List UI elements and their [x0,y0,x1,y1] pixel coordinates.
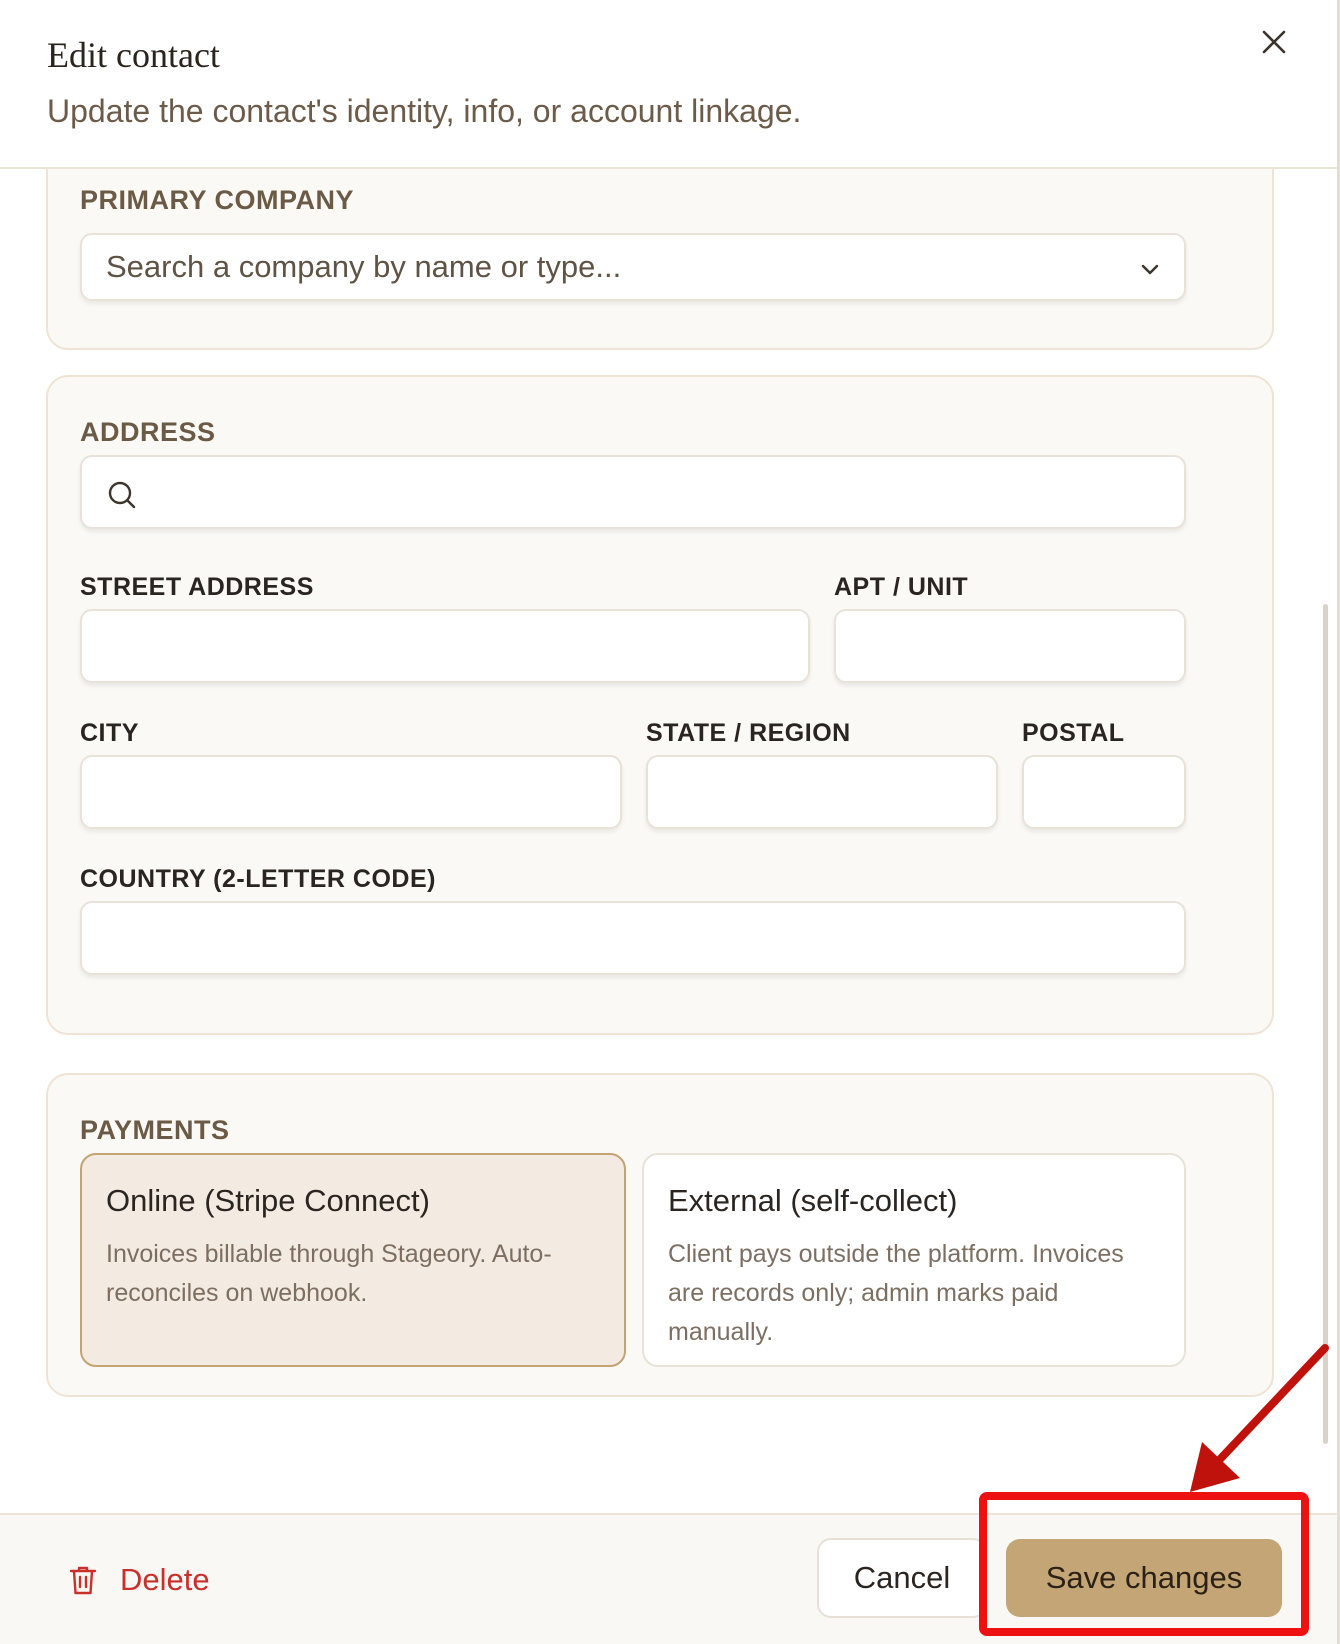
postal-label: POSTAL [1022,719,1125,747]
city-label: CITY [80,719,139,747]
close-button[interactable] [1256,24,1292,60]
country-label: COUNTRY (2-LETTER CODE) [80,865,436,893]
dialog-header: Edit contact Update the contact's identi… [0,0,1337,169]
street-address-label: STREET ADDRESS [80,573,314,601]
search-icon [108,481,136,509]
dialog-footer: Delete Cancel Save changes [0,1513,1337,1644]
state-region-input[interactable] [646,755,998,829]
chevron-down-icon [1141,264,1159,275]
country-input[interactable] [80,901,1186,975]
dialog-body[interactable]: PRIMARY COMPANY Search a company by name… [0,169,1337,1513]
dialog-subtitle: Update the contact's identity, info, or … [47,93,802,129]
delete-button[interactable]: Delete [68,1555,210,1605]
address-label: ADDRESS [80,417,216,447]
state-region-label: STATE / REGION [646,719,851,747]
postal-input[interactable] [1022,755,1186,829]
primary-company-card: PRIMARY COMPANY Search a company by name… [46,169,1274,350]
save-changes-button[interactable]: Save changes [1006,1539,1282,1617]
payment-option-online[interactable]: Online (Stripe Connect) Invoices billabl… [80,1153,626,1367]
primary-company-label: PRIMARY COMPANY [80,185,355,215]
apt-unit-label: APT / UNIT [834,573,969,601]
payment-option-description: Invoices billable through Stageory. Auto… [106,1240,552,1307]
trash-icon [69,1566,97,1595]
payment-option-external[interactable]: External (self-collect) Client pays outs… [642,1153,1186,1367]
city-input[interactable] [80,755,622,829]
payment-option-description: Client pays outside the platform. Invoic… [668,1240,1124,1346]
company-select[interactable]: Search a company by name or type... [80,233,1186,301]
address-card: ADDRESS STREET ADDRESS APT / UNIT CITY S… [46,375,1274,1035]
scrollbar[interactable] [1323,604,1328,1444]
street-address-input[interactable] [80,609,810,683]
edit-contact-dialog: Edit contact Update the contact's identi… [0,0,1340,1644]
cancel-button[interactable]: Cancel [817,1538,987,1618]
payments-card: PAYMENTS Online (Stripe Connect) Invoice… [46,1073,1274,1397]
address-search-input[interactable] [80,455,1186,529]
payment-option-title: External (self-collect) [668,1183,958,1218]
company-select-placeholder: Search a company by name or type... [106,249,622,284]
apt-unit-input[interactable] [834,609,1186,683]
dialog-title: Edit contact [47,35,220,75]
delete-label: Delete [120,1562,210,1597]
payment-option-title: Online (Stripe Connect) [106,1183,430,1218]
payments-label: PAYMENTS [80,1115,230,1145]
close-icon [1262,30,1286,54]
